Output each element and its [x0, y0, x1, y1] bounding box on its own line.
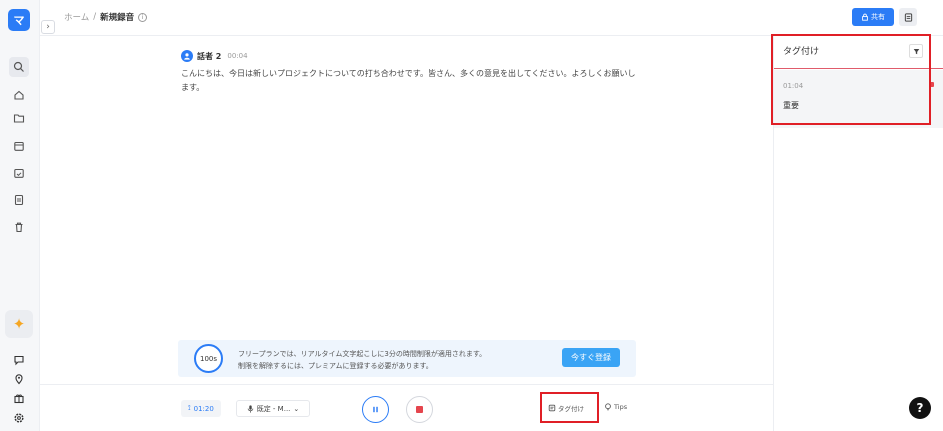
gift-icon[interactable]	[9, 388, 29, 408]
annotation-box-tag-button	[540, 392, 599, 423]
share-label: 共有	[871, 13, 885, 21]
home-icon[interactable]	[9, 85, 29, 105]
speaker-avatar-icon	[181, 50, 193, 62]
pause-button[interactable]	[362, 396, 389, 423]
app-logo[interactable]: マ	[8, 9, 30, 31]
banner-line-1: フリープランでは、リアルタイム文字起こしに3分の時間制限が適用されます。	[238, 350, 487, 358]
stop-icon	[416, 406, 423, 413]
lock-icon	[862, 13, 868, 21]
signup-now-button[interactable]: 今すぐ登録	[562, 348, 620, 367]
expand-sidebar-button[interactable]: ›	[41, 20, 55, 34]
document-icon[interactable]	[9, 190, 29, 210]
free-plan-banner: 100s フリープランでは、リアルタイム文字起こしに3分の時間制限が適用されます…	[178, 340, 636, 377]
breadcrumb: ホーム / 新規録音 i	[64, 11, 148, 23]
settings-icon[interactable]	[9, 408, 29, 428]
speaker-name[interactable]: 話者 2	[197, 51, 221, 62]
ai-sparkle-icon[interactable]: ✦	[5, 310, 33, 338]
left-sidebar: マ ✦	[0, 0, 40, 431]
control-bar-divider	[40, 384, 773, 385]
stop-button[interactable]	[406, 396, 433, 423]
calendar-check-icon[interactable]	[9, 163, 29, 183]
time-limit-badge: 100s	[194, 344, 223, 373]
speaker-row: 話者 2 00:04	[181, 50, 248, 62]
recording-timer: ⟟ 01:20	[181, 400, 221, 417]
app-window: マ ✦ › ホーム / 新規録音 i 共有 話者 2 00:04 こんにちは、今…	[0, 0, 943, 431]
lightbulb-icon	[605, 403, 611, 411]
chat-icon[interactable]	[9, 350, 29, 370]
notes-button[interactable]	[899, 8, 917, 26]
tips-label: Tips	[614, 403, 628, 411]
chevron-down-icon: ⌄	[293, 404, 300, 413]
breadcrumb-current: 新規録音	[100, 13, 135, 23]
info-icon[interactable]: i	[138, 12, 148, 22]
waveform-icon: ⟟	[188, 404, 191, 412]
help-button[interactable]: ?	[909, 397, 931, 419]
search-icon[interactable]	[9, 57, 29, 77]
chevron-right-icon: ›	[46, 22, 50, 32]
microphone-icon	[247, 404, 253, 413]
pause-icon	[373, 406, 378, 413]
banner-line-2: 制限を解除するには、プレミアムに登録する必要があります。	[238, 362, 433, 370]
timer-value: 01:20	[193, 404, 214, 413]
input-device-select[interactable]: 既定 - M... ⌄	[236, 400, 310, 417]
banner-message: フリープランでは、リアルタイム文字起こしに3分の時間制限が適用されます。 制限を…	[238, 348, 486, 372]
transcript-text: こんにちは、今日は新しいプロジェクトについての打ち合わせです。皆さん、多くの意見…	[181, 69, 636, 92]
tips-button[interactable]: Tips	[604, 403, 627, 411]
breadcrumb-separator: /	[93, 12, 97, 22]
device-label: 既定 - M...	[256, 404, 291, 413]
location-pin-icon[interactable]	[9, 369, 29, 389]
trash-icon[interactable]	[9, 217, 29, 237]
share-button[interactable]: 共有	[852, 8, 894, 26]
folder-icon[interactable]	[9, 108, 29, 128]
notes-icon	[904, 12, 912, 22]
calendar-icon[interactable]	[9, 136, 29, 156]
annotation-box-tag-panel	[771, 34, 931, 125]
speaker-timestamp[interactable]: 00:04	[227, 52, 247, 60]
breadcrumb-home[interactable]: ホーム	[64, 11, 89, 23]
